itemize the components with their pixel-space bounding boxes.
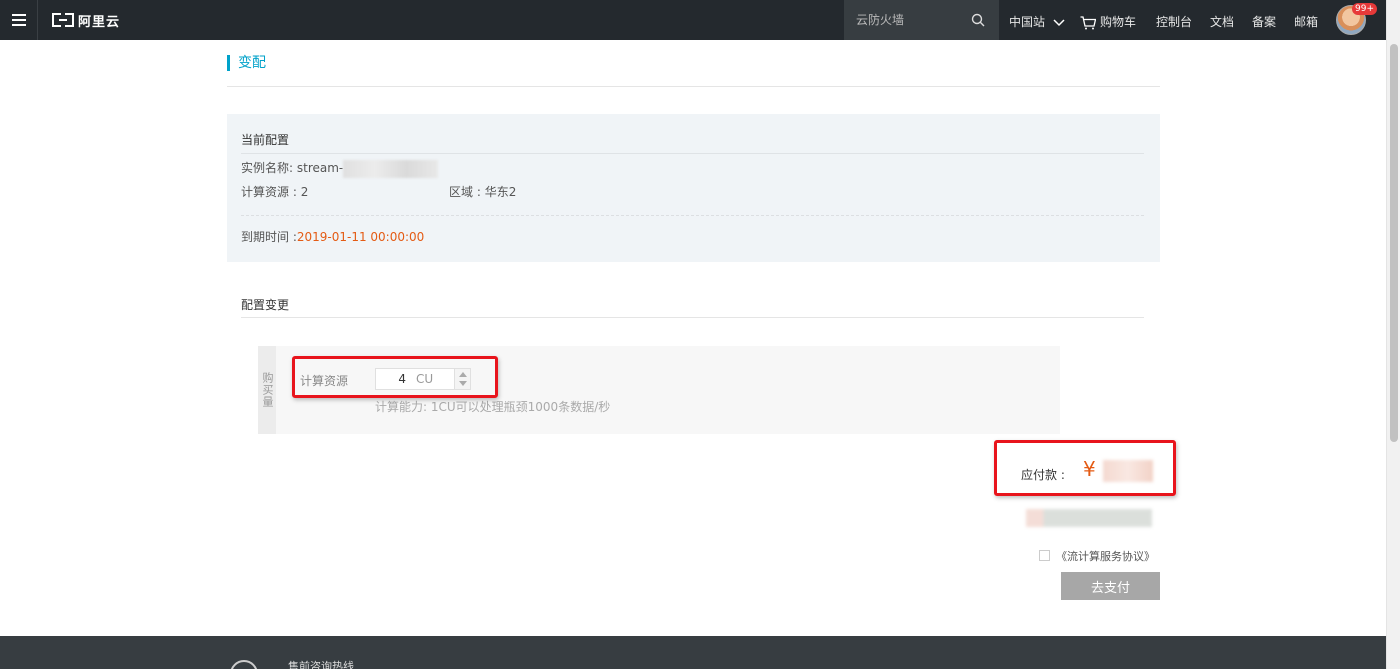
instance-name-field: 实例名称: stream- (241, 159, 439, 178)
currency-symbol: ¥ (1083, 457, 1096, 481)
menu-button[interactable] (0, 0, 38, 40)
search-box (844, 0, 999, 40)
expire-value: 2019-01-11 00:00:00 (296, 230, 425, 244)
expire-field: 到期时间 :2019-01-11 00:00:00 (241, 228, 424, 245)
cart-label: 购物车 (1100, 15, 1137, 29)
compute-resource-highlight (292, 356, 498, 398)
compute-resource-label: 计算资源 : (241, 185, 297, 199)
redacted-instance-name (343, 159, 439, 178)
headset-icon (230, 660, 258, 669)
instance-name-label: 实例名称: (241, 161, 294, 175)
config-change-heading: 配置变更 (241, 298, 290, 312)
scrollbar-thumb[interactable] (1390, 44, 1398, 442)
purchase-quantity-tab: 购买量 (258, 346, 276, 434)
page-scrollbar[interactable] (1386, 0, 1400, 669)
compute-resource-value: 2 (300, 185, 309, 199)
search-icon[interactable] (971, 13, 985, 27)
presales-hotline-label: 售前咨询热线 (288, 660, 354, 669)
section-divider (241, 317, 1144, 318)
agreement-checkbox[interactable] (1039, 550, 1050, 561)
compute-capacity-hint: 计算能力: 1CU可以处理瓶颈1000条数据/秒 (375, 400, 611, 414)
purchase-quantity-label: 购买量 (261, 372, 274, 408)
cart-icon (1080, 15, 1097, 29)
chevron-down-icon (1053, 18, 1065, 26)
current-config-heading: 当前配置 (241, 133, 290, 147)
page-title: 变配 (227, 55, 266, 71)
redacted-amount (1103, 460, 1153, 482)
instance-name-value: stream- (296, 161, 344, 175)
hamburger-icon (11, 14, 26, 26)
expire-label: 到期时间 : (241, 230, 297, 244)
region-label: 中国站 (1009, 15, 1046, 29)
mail-link[interactable]: 邮箱 (1294, 13, 1318, 30)
region-field-label: 区域 : (449, 185, 481, 199)
notification-badge: 99+ (1352, 3, 1377, 15)
filing-link[interactable]: 备案 (1252, 13, 1276, 30)
top-navigation-bar: 阿里云 中国站 购物车 控制台 文档 备案 邮箱 99+ (0, 0, 1386, 40)
region-selector[interactable]: 中国站 (1009, 13, 1065, 30)
panel-dashed-divider (241, 215, 1144, 216)
region-field-value: 华东2 (484, 185, 517, 199)
amount-due-label: 应付款 : (1021, 468, 1065, 482)
page-footer: 售前咨询热线 (0, 636, 1386, 669)
search-input[interactable] (856, 13, 966, 27)
aliyun-logo[interactable]: 阿里云 (52, 12, 121, 30)
panel-divider (241, 153, 1144, 154)
region-field: 区域 : 华东2 (449, 183, 516, 200)
cart-link[interactable]: 购物车 (1080, 13, 1136, 30)
docs-link[interactable]: 文档 (1210, 13, 1234, 30)
current-config-panel: 当前配置 实例名称: stream- 计算资源 : 2 区域 : 华东2 到期时… (227, 114, 1160, 262)
service-agreement-link[interactable]: 《流计算服务协议》 (1056, 548, 1155, 564)
logo-text: 阿里云 (78, 14, 121, 30)
redacted-discount-info (1026, 509, 1152, 527)
pay-button[interactable]: 去支付 (1061, 572, 1160, 600)
compute-resource-field: 计算资源 : 2 (241, 183, 308, 200)
aliyun-logo-icon (52, 13, 74, 27)
title-divider (227, 86, 1160, 87)
console-link[interactable]: 控制台 (1156, 13, 1192, 30)
